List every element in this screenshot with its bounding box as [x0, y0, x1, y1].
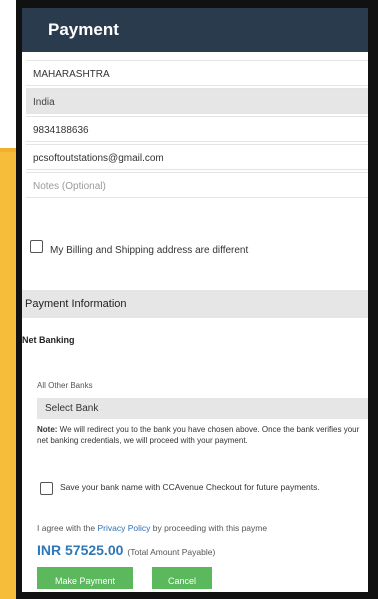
address-different-label: My Billing and Shipping address are diff… — [50, 245, 249, 256]
device-frame-top — [20, 0, 378, 8]
phone-field[interactable]: 9834188636 — [26, 116, 368, 142]
amount-value: INR 57525.00 — [37, 542, 124, 558]
make-payment-button[interactable]: Make Payment — [37, 567, 133, 589]
page-title: Payment — [48, 20, 119, 39]
agree-prefix: I agree with the — [37, 523, 98, 533]
country-field[interactable]: India — [26, 88, 368, 114]
notes-field[interactable]: Notes (Optional) — [26, 172, 368, 198]
save-bank-checkbox[interactable] — [40, 482, 53, 495]
total-amount: INR 57525.00 (Total Amount Payable) — [37, 542, 215, 560]
agree-suffix: by proceeding with this payme — [150, 523, 268, 533]
redirect-note: Note: We will redirect you to the bank y… — [37, 424, 367, 446]
payment-method-tab[interactable]: Net Banking — [22, 335, 75, 345]
email-field[interactable]: pcsoftoutstations@gmail.com — [26, 144, 368, 170]
banks-label: All Other Banks — [37, 381, 93, 390]
payment-info-section: Payment Information — [22, 290, 368, 318]
section-title: Payment Information — [25, 298, 127, 310]
device-frame-left — [16, 0, 22, 599]
agreement-text: I agree with the Privacy Policy by proce… — [37, 523, 267, 533]
device-frame-bottom — [16, 592, 378, 599]
amount-note: (Total Amount Payable) — [127, 547, 216, 557]
state-field[interactable]: MAHARASHTRA — [26, 60, 368, 86]
payment-screen: Payment MAHARASHTRA India 9834188636 pcs… — [22, 8, 368, 592]
note-label: Note: — [37, 425, 58, 434]
cancel-button[interactable]: Cancel — [152, 567, 212, 589]
privacy-policy-link[interactable]: Privacy Policy — [97, 523, 150, 533]
note-text: We will redirect you to the bank you hav… — [37, 425, 360, 445]
bank-select[interactable]: Select Bank — [37, 398, 368, 419]
device-frame-right — [368, 0, 378, 599]
save-bank-label: Save your bank name with CCAvenue Checko… — [60, 482, 320, 492]
address-different-checkbox[interactable] — [30, 240, 43, 253]
app-header: Payment — [22, 8, 368, 52]
